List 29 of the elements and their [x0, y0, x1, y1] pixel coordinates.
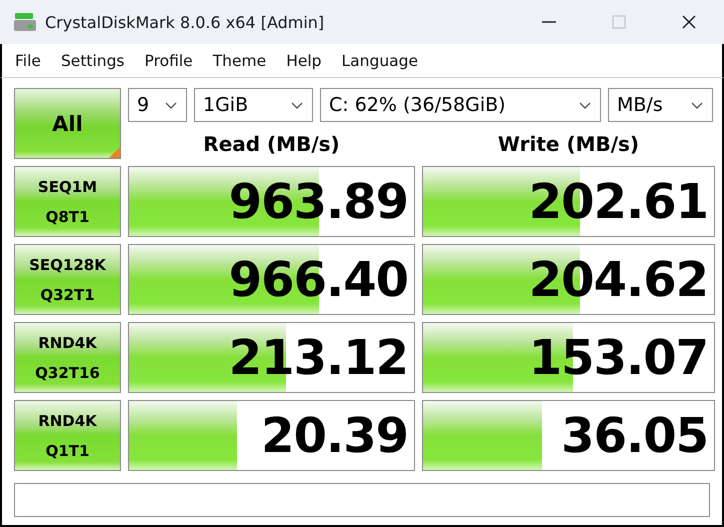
score-value: 20.39	[261, 408, 409, 464]
comment-field[interactable]	[14, 483, 710, 517]
disk-drive-icon	[13, 10, 37, 34]
chevron-icon	[165, 102, 177, 108]
menu-item[interactable]: Help	[283, 52, 325, 70]
menu-item[interactable]: Theme	[210, 52, 270, 70]
all-button[interactable]: All	[14, 88, 121, 159]
dropdown[interactable]: 1GiB	[194, 88, 313, 122]
chevron-icon	[579, 102, 591, 108]
test-button[interactable]: RND4K Q32T16	[14, 322, 121, 393]
test-button[interactable]: SEQ128K Q32T1	[14, 244, 121, 315]
chevron-icon	[291, 102, 303, 108]
dropdown[interactable]: 9	[128, 88, 187, 122]
window-title: CrystalDiskMark 8.0.6 x64 [Admin]	[45, 12, 324, 32]
menu-item[interactable]: Settings	[58, 52, 128, 70]
dropdown[interactable]: C: 62% (36/58GiB)	[320, 88, 601, 122]
test-button[interactable]: RND4K Q1T1	[14, 400, 121, 471]
dropdown[interactable]: MB/s	[608, 88, 713, 122]
close-icon[interactable]	[682, 15, 696, 29]
column-header: Read (MB/s)	[202, 131, 341, 158]
score-value: 36.05	[561, 408, 709, 464]
test-button[interactable]: SEQ1M Q8T1	[14, 166, 121, 237]
chevron-icon	[691, 102, 703, 108]
score-value: 966.40	[228, 252, 409, 308]
column-header: Write (MB/s)	[496, 131, 640, 158]
menu-item[interactable]: File	[12, 52, 44, 70]
minimize-icon[interactable]	[542, 21, 556, 23]
menu-item[interactable]: Language	[338, 52, 422, 70]
menu-item[interactable]: Profile	[142, 52, 196, 70]
